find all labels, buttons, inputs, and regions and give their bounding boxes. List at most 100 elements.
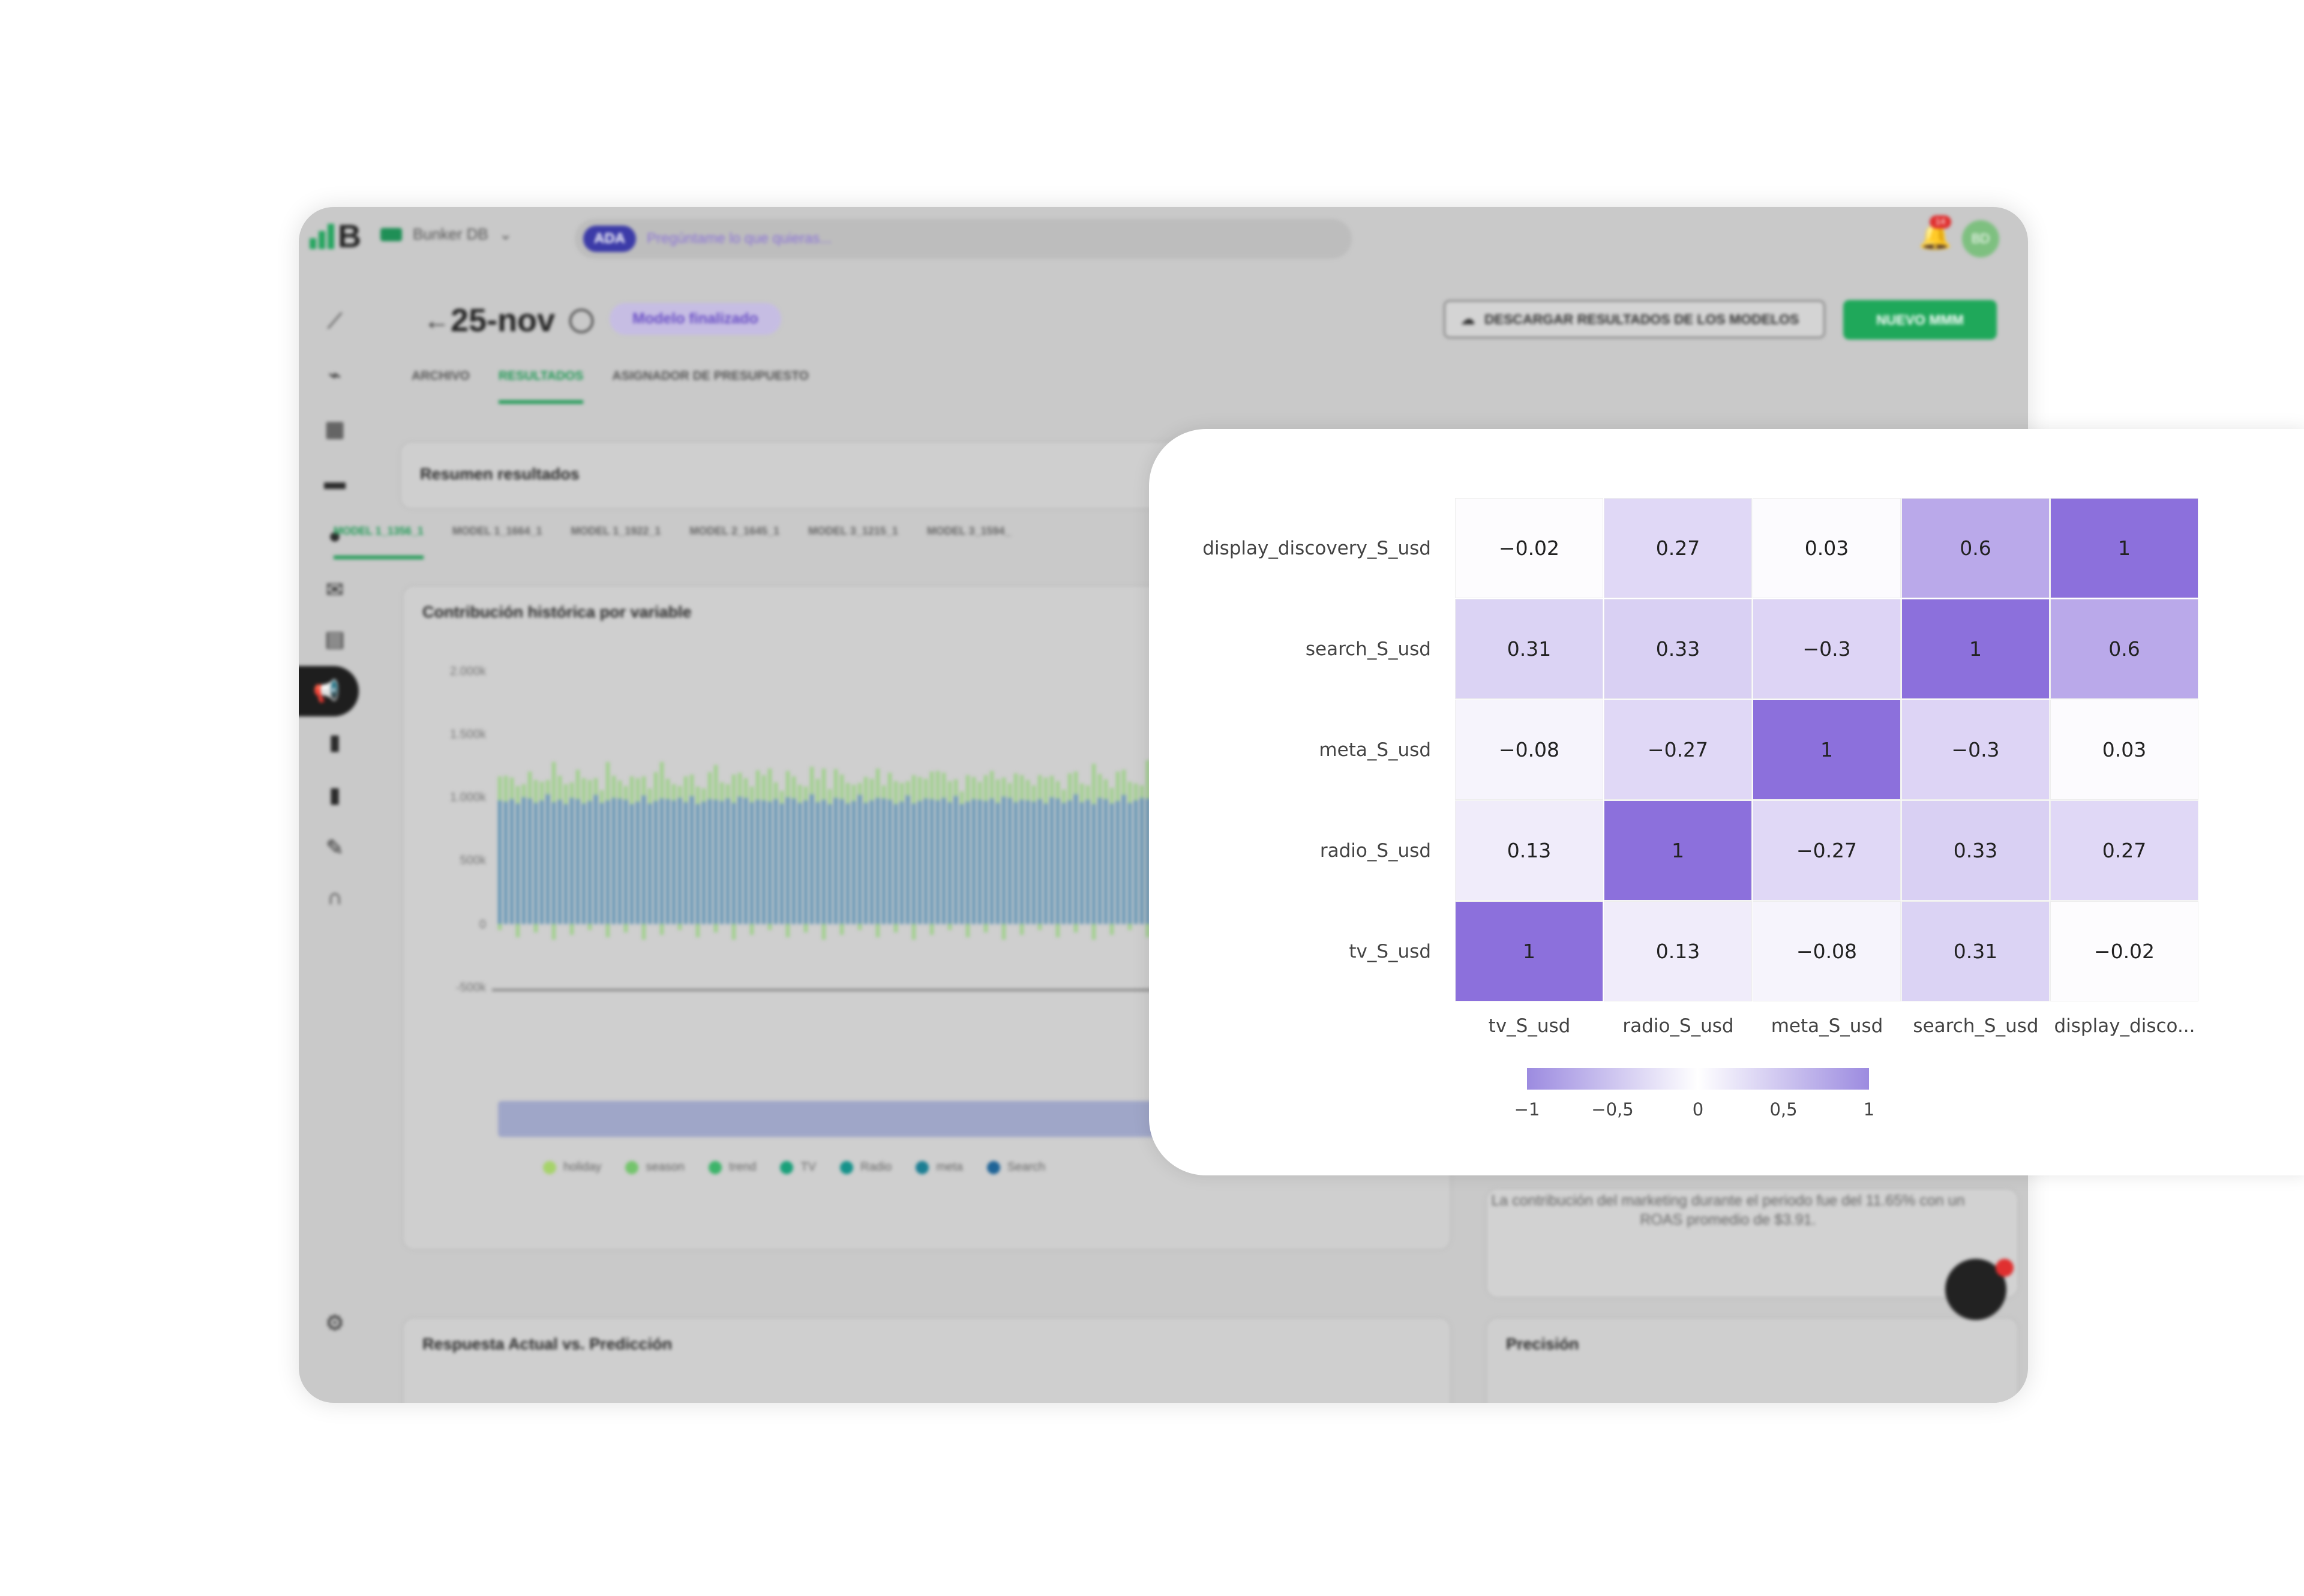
heatmap-cell[interactable]: 0.13 <box>1604 901 1752 1001</box>
background-bar <box>546 794 550 924</box>
background-bar <box>1062 790 1066 803</box>
background-bar <box>594 795 598 924</box>
heatmap-cell[interactable]: −0.27 <box>1604 700 1752 800</box>
background-bar <box>990 799 994 924</box>
legend-item[interactable]: meta <box>916 1160 963 1174</box>
background-bar <box>750 802 754 924</box>
background-bar <box>918 801 922 924</box>
background-bar <box>696 924 700 937</box>
background-bar <box>960 791 964 804</box>
heatmap-cell[interactable]: 0.03 <box>2050 700 2198 800</box>
heatmap-cell[interactable]: −0.08 <box>1455 700 1603 800</box>
background-bar <box>642 924 646 940</box>
background-bar <box>642 776 646 796</box>
background-bar <box>708 799 712 924</box>
heatmap-cell[interactable]: 0.31 <box>1455 599 1603 699</box>
background-bar <box>924 779 928 799</box>
heatmap-cell[interactable]: 0.27 <box>2050 800 2198 901</box>
background-bar <box>984 924 988 932</box>
background-bar <box>1020 800 1024 924</box>
heatmap-cell[interactable]: −0.27 <box>1753 800 1901 901</box>
background-bar <box>630 804 634 924</box>
background-bar <box>810 794 814 924</box>
background-bar <box>936 771 940 800</box>
background-bar <box>948 802 952 924</box>
heatmap-cell[interactable]: −0.3 <box>1753 599 1901 699</box>
background-bar <box>978 800 982 924</box>
background-bar <box>636 802 640 924</box>
background-bar <box>1092 924 1096 940</box>
background-bar <box>786 924 790 937</box>
legend-item[interactable]: holiday <box>543 1160 601 1174</box>
background-bar <box>870 779 874 800</box>
background-bar <box>1098 774 1102 798</box>
heatmap-row-label: display_discovery_S_usd <box>1202 538 1431 559</box>
background-bar <box>822 769 826 800</box>
background-bar <box>864 777 868 803</box>
background-bar <box>702 788 706 802</box>
background-bar <box>1050 797 1054 924</box>
legend-item[interactable]: Search <box>986 1160 1045 1174</box>
background-bar <box>918 777 922 801</box>
background-bar <box>1002 778 1006 797</box>
heatmap-col-label: tv_S_usd <box>1488 1015 1571 1037</box>
heatmap-cell[interactable]: 0.33 <box>1901 800 2050 901</box>
y-tick: 500k <box>460 854 486 867</box>
background-bar <box>504 802 508 924</box>
background-bar <box>666 799 670 924</box>
background-bar <box>1038 799 1042 924</box>
background-bar <box>780 791 784 803</box>
heatmap-cell[interactable]: −0.3 <box>1901 700 2050 800</box>
heatmap-cell[interactable]: 0.33 <box>1604 599 1752 699</box>
background-bar <box>816 779 820 802</box>
background-bar <box>582 778 586 803</box>
heatmap-cell[interactable]: 1 <box>2050 498 2198 598</box>
background-bar <box>516 786 520 803</box>
heatmap-col-label: display_disco... <box>2054 1015 2195 1037</box>
heatmap-cell[interactable]: 0.13 <box>1455 800 1603 901</box>
range-slider[interactable] <box>498 1101 1176 1137</box>
background-bar <box>744 798 748 924</box>
legend-item[interactable]: season <box>625 1160 685 1174</box>
background-bar <box>696 804 700 924</box>
background-bar <box>1062 803 1066 924</box>
background-bar <box>1026 780 1030 800</box>
background-bar <box>552 802 556 924</box>
background-bar <box>684 776 688 802</box>
heatmap-cell[interactable]: −0.02 <box>2050 901 2198 1001</box>
background-bar <box>834 798 838 924</box>
background-bar <box>606 924 610 937</box>
background-bar <box>672 800 676 924</box>
background-bar <box>678 798 682 924</box>
heatmap-cell[interactable]: 1 <box>1604 800 1752 901</box>
background-bar <box>876 798 880 924</box>
background-bar <box>900 783 904 802</box>
background-bar <box>690 796 694 924</box>
background-bar <box>732 803 736 924</box>
background-bar <box>804 924 808 932</box>
background-bar <box>978 782 982 800</box>
background-bar <box>912 775 916 803</box>
background-bar <box>900 802 904 924</box>
background-bar <box>534 780 538 803</box>
heatmap-cell[interactable]: 1 <box>1753 700 1901 800</box>
background-bar <box>732 924 736 940</box>
background-bar <box>1110 788 1114 803</box>
heatmap-cell[interactable]: 1 <box>1455 901 1603 1001</box>
colorbar-tick: 0,5 <box>1769 1099 1798 1120</box>
background-bar <box>786 797 790 924</box>
heatmap-cell[interactable]: 0.03 <box>1753 498 1901 598</box>
background-bar <box>738 773 742 797</box>
heatmap-cell[interactable]: 0.6 <box>1901 498 2050 598</box>
background-bar <box>606 800 610 924</box>
background-bar <box>528 772 532 799</box>
heatmap-cell[interactable]: 1 <box>1901 599 2050 699</box>
heatmap-cell[interactable]: 0.6 <box>2050 599 2198 699</box>
heatmap-cell[interactable]: −0.08 <box>1753 901 1901 1001</box>
legend-item[interactable]: TV <box>780 1160 816 1174</box>
heatmap-cell[interactable]: −0.02 <box>1455 498 1603 598</box>
heatmap-cell[interactable]: 0.27 <box>1604 498 1752 598</box>
heatmap-cell[interactable]: 0.31 <box>1901 901 2050 1001</box>
legend-item[interactable]: Radio <box>840 1160 892 1174</box>
legend-item[interactable]: trend <box>708 1160 756 1174</box>
